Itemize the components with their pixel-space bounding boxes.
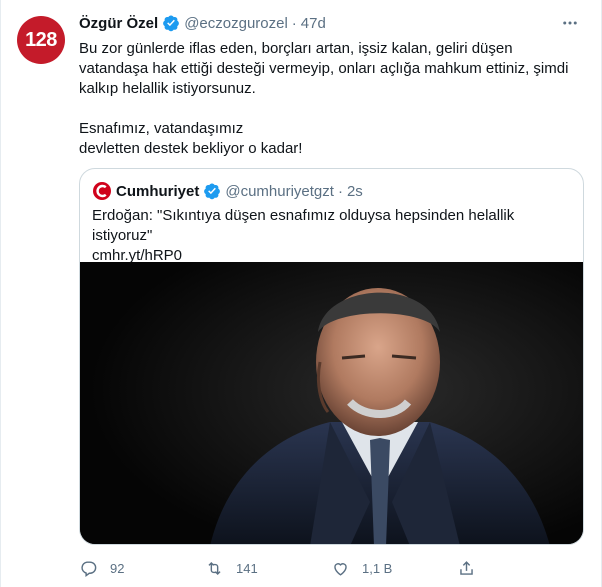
- retweet-icon: [208, 561, 221, 575]
- verified-badge-icon: [203, 182, 221, 200]
- share-icon: [460, 560, 473, 575]
- author-handle[interactable]: @eczozgurozel: [184, 15, 288, 32]
- reply-button[interactable]: 92: [79, 559, 205, 578]
- reply-count: 92: [110, 560, 125, 576]
- cumhuriyet-logo-icon: [92, 181, 112, 201]
- separator: ·: [337, 182, 343, 200]
- tweet-text: Bu zor günlerde iflas eden, borçları art…: [79, 39, 584, 159]
- tweet-paragraph: Esnafımız, vatandaşımız devletten destek…: [79, 120, 303, 157]
- like-button[interactable]: 1,1 B: [331, 559, 457, 578]
- quoted-tweet-header: Cumhuriyet @cumhuriyetgzt · 2s: [92, 181, 363, 201]
- quoted-tweet-photo[interactable]: [80, 262, 583, 544]
- share-button[interactable]: [457, 559, 476, 578]
- quoted-tweet-text: Erdoğan: "Sıkıntıya düşen esnafımız oldu…: [92, 206, 572, 266]
- tweet-card[interactable]: 128 Özgür Özel @eczozgurozel · 47d Bu zo…: [0, 0, 602, 587]
- like-count: 1,1 B: [362, 560, 393, 576]
- tweet-header: Özgür Özel @eczozgurozel · 47d: [79, 13, 326, 33]
- more-options-icon[interactable]: [559, 12, 581, 34]
- quoted-author-handle: @cumhuriyetgzt: [225, 182, 334, 200]
- author-name[interactable]: Özgür Özel: [79, 15, 158, 32]
- separator: ·: [291, 14, 297, 32]
- tweet-actions: 92 141 1,1 B: [79, 556, 476, 580]
- quoted-timestamp: 2s: [346, 182, 363, 200]
- verified-badge-icon: [162, 14, 180, 32]
- heart-icon: [334, 562, 347, 576]
- avatar[interactable]: 128: [17, 16, 65, 64]
- quoted-author-name: Cumhuriyet: [116, 182, 200, 200]
- portrait-photo: [80, 262, 583, 544]
- avatar-label: 128: [25, 28, 57, 51]
- reply-icon: [81, 560, 97, 577]
- retweet-count: 141: [236, 560, 258, 576]
- quoted-text: Erdoğan: "Sıkıntıya düşen esnafımız oldu…: [92, 207, 515, 244]
- timestamp[interactable]: 47d: [301, 15, 326, 32]
- tweet-paragraph: Bu zor günlerde iflas eden, borçları art…: [79, 40, 569, 97]
- quoted-tweet[interactable]: Cumhuriyet @cumhuriyetgzt · 2s Erdoğan: …: [79, 168, 584, 545]
- retweet-button[interactable]: 141: [205, 559, 331, 578]
